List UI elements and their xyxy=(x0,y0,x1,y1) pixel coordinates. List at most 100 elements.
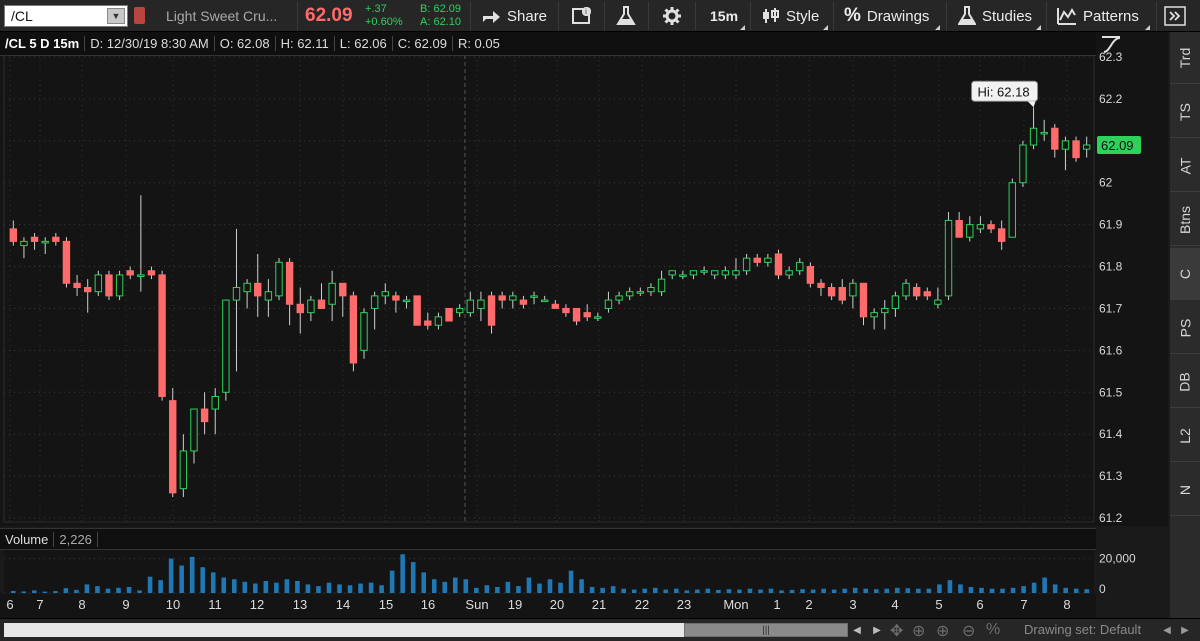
symbol-dropdown-button[interactable]: ▼ xyxy=(107,8,125,24)
side-tab-btns[interactable]: Btns xyxy=(1170,194,1200,246)
candle-up xyxy=(966,224,974,238)
volume-bar xyxy=(947,580,953,593)
candle-up xyxy=(934,299,942,305)
chart-description-button[interactable]: i xyxy=(572,0,598,32)
candle-up xyxy=(626,291,634,297)
grip-icon: ||| xyxy=(762,624,770,636)
candle-up xyxy=(540,299,549,303)
volume-bar xyxy=(484,585,490,593)
volume-bar xyxy=(253,583,258,593)
candle-up xyxy=(742,257,751,272)
volume-bar xyxy=(537,583,542,593)
volume-bar xyxy=(242,581,248,593)
candle-down xyxy=(572,307,581,322)
chevron-right-icon[interactable]: ▶ xyxy=(1178,623,1192,637)
scroll-left-button[interactable]: ◀ xyxy=(850,623,864,637)
drawings-button[interactable]: % Drawings xyxy=(844,0,929,32)
side-tab-trd[interactable]: Trd xyxy=(1170,32,1200,84)
chart-info-bar: /CL 5 D 15m D: 12/30/19 8:30 AM O: 62.08… xyxy=(0,32,1096,56)
pan-icon[interactable]: ✥ xyxy=(890,621,903,641)
share-button[interactable]: Share xyxy=(481,0,547,32)
volume-tick-label: 20,000 xyxy=(1099,552,1136,566)
volume-bar xyxy=(179,565,184,593)
scrollbar-thumb[interactable]: ||| xyxy=(684,623,848,637)
x-tick-label: 19 xyxy=(507,597,523,612)
candle-up xyxy=(307,299,315,314)
side-tab-ps[interactable]: PS xyxy=(1170,302,1200,354)
chart-scale-icon[interactable] xyxy=(1100,34,1124,54)
volume-bar xyxy=(1063,587,1068,593)
volume-bar xyxy=(474,587,479,593)
y-tick-label: 61.3 xyxy=(1099,469,1123,483)
zoom-in-icon[interactable]: ⊕ xyxy=(936,621,949,641)
bid-price: B: 62.09 xyxy=(420,3,461,15)
side-panel-tabs: Trd TS AT Btns C PS DB L2 N xyxy=(1170,32,1200,618)
x-tick-label: 7 xyxy=(36,597,44,612)
style-button[interactable]: Style xyxy=(762,0,819,32)
info-document-icon: i xyxy=(572,7,591,24)
candle-down xyxy=(317,299,326,309)
candle-up xyxy=(455,307,464,314)
candle-up xyxy=(711,270,719,276)
candle-up xyxy=(881,307,889,314)
share-button-label: Share xyxy=(507,7,548,25)
patterns-button[interactable]: Patterns xyxy=(1057,0,1139,32)
side-tab-c[interactable]: C xyxy=(1170,248,1200,300)
price-chart[interactable]: 62.362.262.16261.961.861.761.661.561.461… xyxy=(0,32,1168,594)
info-low: L: 62.06 xyxy=(335,36,393,51)
percent-icon[interactable]: % xyxy=(986,621,1000,639)
candle-down xyxy=(806,266,815,284)
y-tick-label: 61.7 xyxy=(1099,301,1123,315)
drawing-set-label[interactable]: Drawing set: Default xyxy=(1024,622,1141,637)
candle-up xyxy=(190,408,198,452)
candle-down xyxy=(997,228,1006,242)
timeframe-button[interactable]: 15m xyxy=(710,0,738,32)
x-tick-label: 12 xyxy=(249,597,265,612)
candle-up xyxy=(1082,144,1091,150)
side-tab-db[interactable]: DB xyxy=(1170,356,1200,408)
side-tab-label: N xyxy=(1177,484,1193,495)
volume-bar xyxy=(789,589,795,593)
scroll-right-button[interactable]: ▶ xyxy=(870,623,884,637)
volume-bar xyxy=(916,588,921,593)
candle-up xyxy=(222,299,230,393)
side-tab-ts[interactable]: TS xyxy=(1170,86,1200,138)
side-tab-label: DB xyxy=(1176,371,1193,392)
settings-button[interactable] xyxy=(662,0,688,32)
volume-bar xyxy=(42,591,48,593)
candle-down xyxy=(285,261,294,305)
candle-down xyxy=(62,240,71,284)
chevron-left-icon[interactable]: ◀ xyxy=(1160,623,1174,637)
candle-up xyxy=(275,261,283,297)
flask-button[interactable] xyxy=(616,0,642,32)
info-close: C: 62.09 xyxy=(393,36,453,51)
bid-ask: B: 62.09 A: 62.10 xyxy=(420,3,461,29)
candle-up xyxy=(360,312,368,351)
side-tab-at[interactable]: AT xyxy=(1170,140,1200,192)
zoom-out-icon[interactable]: ⊖ xyxy=(962,621,975,641)
volume-bar xyxy=(200,567,205,593)
candle-down xyxy=(158,274,166,397)
side-tab-l2[interactable]: L2 xyxy=(1170,410,1200,462)
symbol-link-flag-icon[interactable] xyxy=(134,7,145,24)
candle-up xyxy=(137,274,145,277)
candle-down xyxy=(424,320,432,326)
x-tick-label: 6 xyxy=(6,597,14,612)
candle-up xyxy=(328,282,336,305)
side-tab-n[interactable]: N xyxy=(1170,464,1200,516)
studies-button[interactable]: Studies xyxy=(958,0,1032,32)
candle-down xyxy=(254,282,262,297)
zoom-reset-icon[interactable]: ⊕ xyxy=(912,621,925,641)
candle-down xyxy=(339,282,347,297)
volume-bar xyxy=(210,572,216,593)
symbol-input[interactable]: /CL ▼ xyxy=(4,5,128,27)
divider xyxy=(558,2,559,30)
more-options-button[interactable] xyxy=(1164,0,1192,32)
candle-up xyxy=(679,274,687,277)
divider xyxy=(833,2,834,30)
candle-down xyxy=(498,295,506,301)
volume-bar xyxy=(95,586,100,593)
volume-bar xyxy=(74,589,79,593)
info-high: H: 62.11 xyxy=(276,36,335,51)
corner-menu-icon xyxy=(1145,25,1150,30)
